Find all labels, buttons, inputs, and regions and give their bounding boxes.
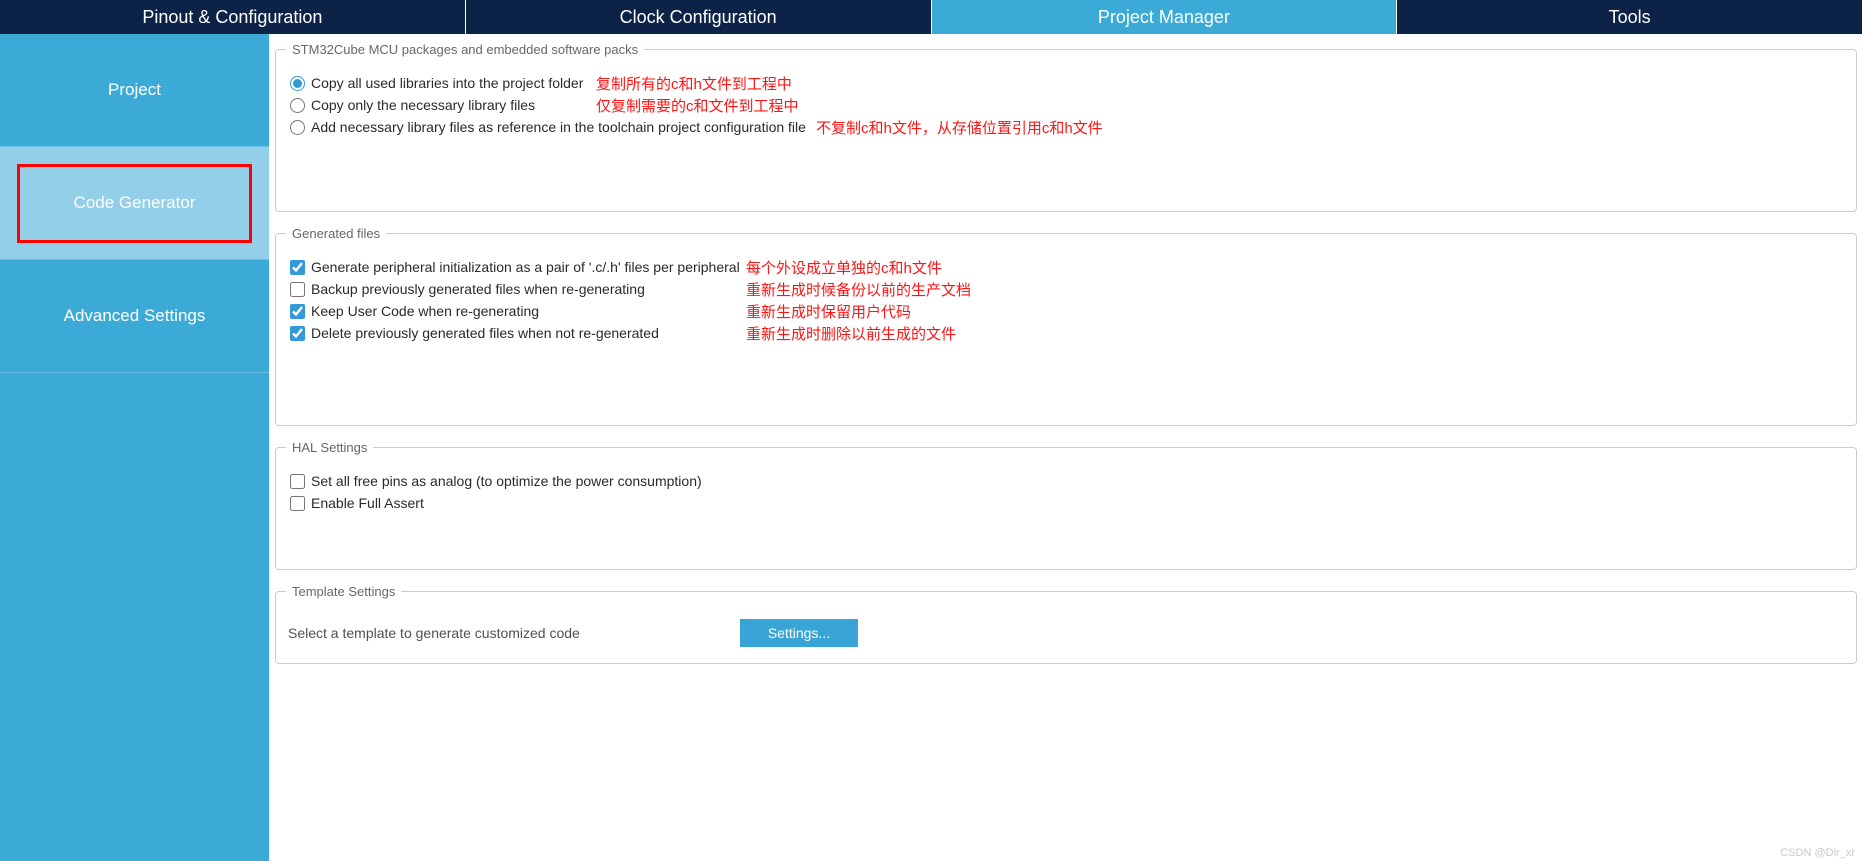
packages-legend: STM32Cube MCU packages and embedded soft… [286,42,644,57]
annotation: 不复制c和h文件，从存储位置引用c和h文件 [816,117,1103,138]
label-pair-files: Generate peripheral initialization as a … [311,259,740,275]
annotation: 仅复制需要的c和文件到工程中 [596,95,799,116]
label-copy-necessary: Copy only the necessary library files [311,97,535,113]
hal-legend: HAL Settings [286,440,373,455]
label-delete-previous: Delete previously generated files when n… [311,325,659,341]
label-reference: Add necessary library files as reference… [311,119,806,135]
template-legend: Template Settings [286,584,401,599]
radio-copy-necessary[interactable] [290,98,305,113]
check-keep-user-code[interactable] [290,304,305,319]
generated-legend: Generated files [286,226,386,241]
annotation: 重新生成时保留用户代码 [746,301,911,322]
sidebar: Project Code Generator Advanced Settings [0,34,269,861]
watermark: CSDN @Dir_xr [1780,847,1855,859]
sidebar-item-code-generator[interactable]: Code Generator [0,147,269,260]
tab-tools[interactable]: Tools [1397,0,1863,34]
tab-clock[interactable]: Clock Configuration [466,0,932,34]
check-backup[interactable] [290,282,305,297]
template-description: Select a template to generate customized… [288,625,580,641]
tab-project-manager[interactable]: Project Manager [932,0,1398,34]
hal-settings-group: HAL Settings Set all free pins as analog… [275,440,1857,570]
check-delete-previous[interactable] [290,326,305,341]
settings-button[interactable]: Settings... [740,619,858,647]
radio-reference[interactable] [290,120,305,135]
tab-pinout[interactable]: Pinout & Configuration [0,0,466,34]
label-copy-all: Copy all used libraries into the project… [311,75,583,91]
label-keep-user-code: Keep User Code when re-generating [311,303,539,319]
sidebar-item-advanced-settings[interactable]: Advanced Settings [0,260,269,373]
label-backup: Backup previously generated files when r… [311,281,645,297]
radio-copy-all[interactable] [290,76,305,91]
label-full-assert: Enable Full Assert [311,495,424,511]
generated-files-group: Generated files Generate peripheral init… [275,226,1857,426]
packages-group: STM32Cube MCU packages and embedded soft… [275,42,1857,212]
label-free-pins-analog: Set all free pins as analog (to optimize… [311,473,702,489]
template-settings-group: Template Settings Select a template to g… [275,584,1857,664]
check-free-pins-analog[interactable] [290,474,305,489]
annotation: 重新生成时删除以前生成的文件 [746,323,956,344]
annotation: 重新生成时候备份以前的生产文档 [746,279,971,300]
annotation: 复制所有的c和h文件到工程中 [596,73,792,94]
annotation: 每个外设成立单独的c和h文件 [746,257,942,278]
content-panel: STM32Cube MCU packages and embedded soft… [269,34,1863,861]
sidebar-item-project[interactable]: Project [0,34,269,147]
check-full-assert[interactable] [290,496,305,511]
check-pair-files[interactable] [290,260,305,275]
